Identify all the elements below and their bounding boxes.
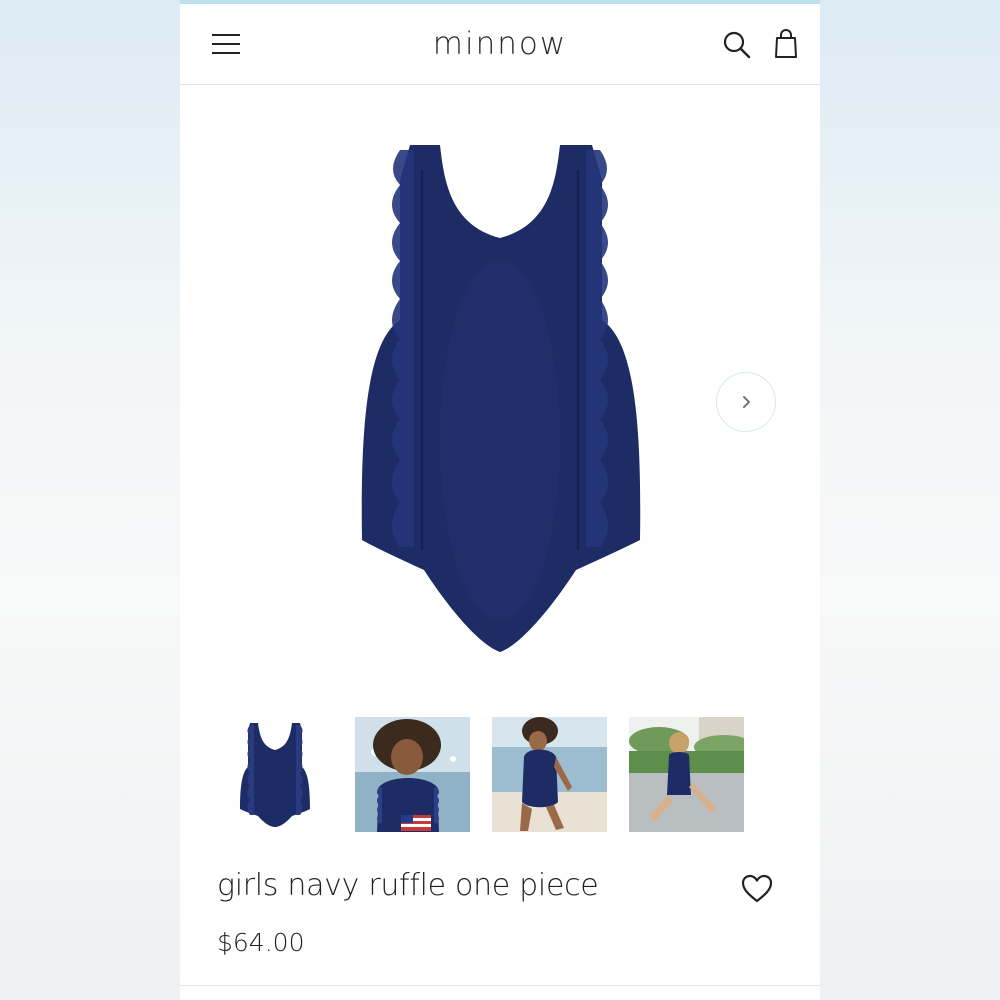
search-icon[interactable]: [722, 30, 752, 60]
product-title: girls navy ruffle one piece: [217, 868, 599, 903]
background-blur-left: [0, 0, 180, 1000]
thumbnail-3[interactable]: [492, 717, 607, 832]
shopping-bag-icon[interactable]: [773, 28, 799, 60]
background-blur-right: [820, 0, 1000, 1000]
thumbnail-2[interactable]: [355, 717, 470, 832]
thumbnail-strip: [218, 717, 778, 832]
next-image-button[interactable]: [716, 372, 776, 432]
product-image-carousel[interactable]: [180, 85, 820, 700]
product-main-image: [361, 145, 641, 652]
thumbnail-1[interactable]: [218, 717, 333, 832]
divider: [180, 985, 820, 986]
site-header: minnow: [180, 4, 820, 85]
thumbnail-4[interactable]: [629, 717, 744, 832]
chevron-right-icon: [743, 396, 750, 408]
product-page: minnow girls navy ruffle one piece $64.0…: [180, 0, 820, 1000]
product-price: $64.00: [217, 928, 305, 957]
heart-outline-icon[interactable]: [740, 873, 774, 905]
